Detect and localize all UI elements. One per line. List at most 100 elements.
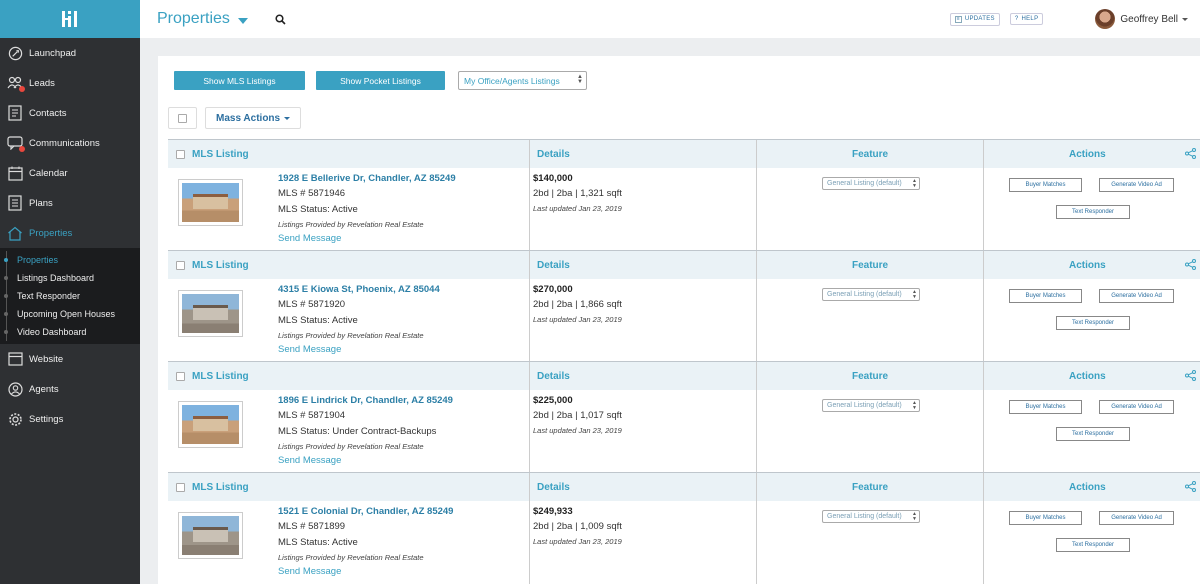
listing-price: $140,000 [533,173,573,184]
submenu-item-listings-dashboard[interactable]: Listings Dashboard [0,269,140,287]
text-responder-button[interactable]: Text Responder [1056,316,1130,330]
listing-beds-baths: 2bd | 2ba | 1,017 sqft [533,410,622,421]
listing-row: MLS Listing Details Feature Actions 1521… [168,472,1200,584]
listing-checkbox[interactable] [176,482,185,492]
submenu-item-text-responder[interactable]: Text Responder [0,287,140,305]
select-arrows-icon: ▲ ▼ [912,178,917,189]
listing-select[interactable]: MLS Listing [176,371,249,382]
feature-select[interactable]: General Listing (default) ▲ ▼ [822,177,920,190]
send-message-link[interactable]: Send Message [278,344,341,355]
help-icon: ? [1014,16,1019,22]
help-button[interactable]: ? HELP [1009,13,1044,25]
sidebar-item-label: Plans [29,197,53,209]
gear-icon [7,411,23,427]
listing-select[interactable]: MLS Listing [176,149,249,160]
select-arrows-icon: ▲ ▼ [577,74,583,85]
sidebar-item-agents[interactable]: Agents [0,374,140,404]
mls-status: MLS Status: Active [278,315,358,326]
buyer-matches-button[interactable]: Buyer Matches [1009,178,1082,192]
send-message-link[interactable]: Send Message [278,566,341,577]
feature-select[interactable]: General Listing (default) ▲ ▼ [822,510,920,523]
office-listings-select[interactable]: My Office/Agents Listings ▲ ▼ [458,71,587,90]
show-mls-listings-button[interactable]: Show MLS Listings [174,71,305,90]
people-icon [7,75,25,92]
app-logo[interactable] [0,0,140,38]
property-thumbnail[interactable] [178,290,243,337]
share-icon[interactable] [1185,148,1196,159]
updates-button[interactable]: ≡ UPDATES [949,12,1000,26]
generate-video-ad-button[interactable]: Generate Video Ad [1099,511,1174,525]
property-photo [182,516,239,555]
listing-row: MLS Listing Details Feature Actions 1928… [168,139,1200,251]
feature-select[interactable]: General Listing (default) ▲ ▼ [822,288,920,301]
sidebar-item-website[interactable]: Website [0,344,140,374]
show-pocket-listings-button[interactable]: Show Pocket Listings [316,71,445,90]
listing-row: MLS Listing Details Feature Actions 1896… [168,361,1200,473]
sidebar-item-label: Settings [29,413,64,425]
main-content: Show MLS Listings Show Pocket Listings M… [158,56,1200,584]
submenu-item-video-dashboard[interactable]: Video Dashboard [0,323,140,341]
sidebar-item-leads[interactable]: Leads [0,68,140,98]
property-thumbnail[interactable] [178,401,243,448]
generate-video-ad-button[interactable]: Generate Video Ad [1099,289,1174,303]
submenu-item-upcoming-open-houses[interactable]: Upcoming Open Houses [0,305,140,323]
sidebar-item-settings[interactable]: Settings [0,404,140,434]
avatar[interactable] [1095,9,1116,29]
sidebar-item-plans[interactable]: Plans [0,188,140,218]
property-address-link[interactable]: 1521 E Colonial Dr, Chandler, AZ 85249 [278,506,453,517]
text-responder-button[interactable]: Text Responder [1056,205,1130,219]
listing-price: $270,000 [533,284,573,295]
clipboard-icon [7,195,23,211]
listing-checkbox[interactable] [176,371,185,381]
mass-actions-button[interactable]: Mass Actions [205,107,302,129]
property-address-link[interactable]: 1928 E Bellerive Dr, Chandler, AZ 85249 [278,173,456,184]
sidebar-item-launchpad[interactable]: Launchpad [0,38,140,68]
property-photo [182,405,239,444]
property-thumbnail[interactable] [178,179,243,226]
send-message-link[interactable]: Send Message [278,233,341,244]
buyer-matches-button[interactable]: Buyer Matches [1009,400,1082,414]
listing-checkbox[interactable] [176,260,185,270]
share-icon[interactable] [1185,481,1196,492]
send-message-link[interactable]: Send Message [278,455,341,466]
sidebar-item-label: Leads [29,77,55,89]
submenu-item-properties[interactable]: Properties [0,251,140,269]
share-icon[interactable] [1185,370,1196,381]
generate-video-ad-button[interactable]: Generate Video Ad [1099,400,1174,414]
buyer-matches-button[interactable]: Buyer Matches [1009,511,1082,525]
properties-submenu: Properties Listings Dashboard Text Respo… [0,248,140,344]
page-title-dropdown[interactable]: Properties [157,10,248,28]
actions-header: Actions [1069,259,1106,271]
chevron-down-icon[interactable] [1182,17,1188,21]
sidebar-item-communications[interactable]: Communications [0,128,140,158]
buyer-matches-button[interactable]: Buyer Matches [1009,289,1082,303]
column-divider [529,362,530,473]
select-all-checkbox[interactable] [168,107,197,129]
sidebar-item-calendar[interactable]: Calendar [0,158,140,188]
property-address-link[interactable]: 4315 E Kiowa St, Phoenix, AZ 85044 [278,284,440,295]
updates-icon: ≡ [954,15,962,23]
column-divider [983,140,984,251]
share-icon[interactable] [1185,259,1196,270]
mls-status: MLS Status: Active [278,204,358,215]
sidebar-item-label: Calendar [29,167,68,179]
sidebar-item-contacts[interactable]: Contacts [0,98,140,128]
property-address-link[interactable]: 1896 E Lindrick Dr, Chandler, AZ 85249 [278,395,453,406]
listing-price: $225,000 [533,395,573,406]
generate-video-ad-button[interactable]: Generate Video Ad [1099,178,1174,192]
listing-select[interactable]: MLS Listing [176,260,249,271]
feature-header: Feature [852,148,889,160]
actions-header: Actions [1069,481,1106,493]
listing-checkbox[interactable] [176,149,185,159]
listing-select[interactable]: MLS Listing [176,482,249,493]
text-responder-button[interactable]: Text Responder [1056,427,1130,441]
text-responder-button[interactable]: Text Responder [1056,538,1130,552]
sidebar-item-properties[interactable]: Properties [0,218,140,248]
property-thumbnail[interactable] [178,512,243,559]
feature-select[interactable]: General Listing (default) ▲ ▼ [822,399,920,412]
user-name[interactable]: Geoffrey Bell [1120,14,1178,25]
sidebar-item-label: Agents [29,383,59,395]
rocket-icon [7,45,23,61]
column-divider [529,140,530,251]
search-button[interactable] [273,11,289,27]
